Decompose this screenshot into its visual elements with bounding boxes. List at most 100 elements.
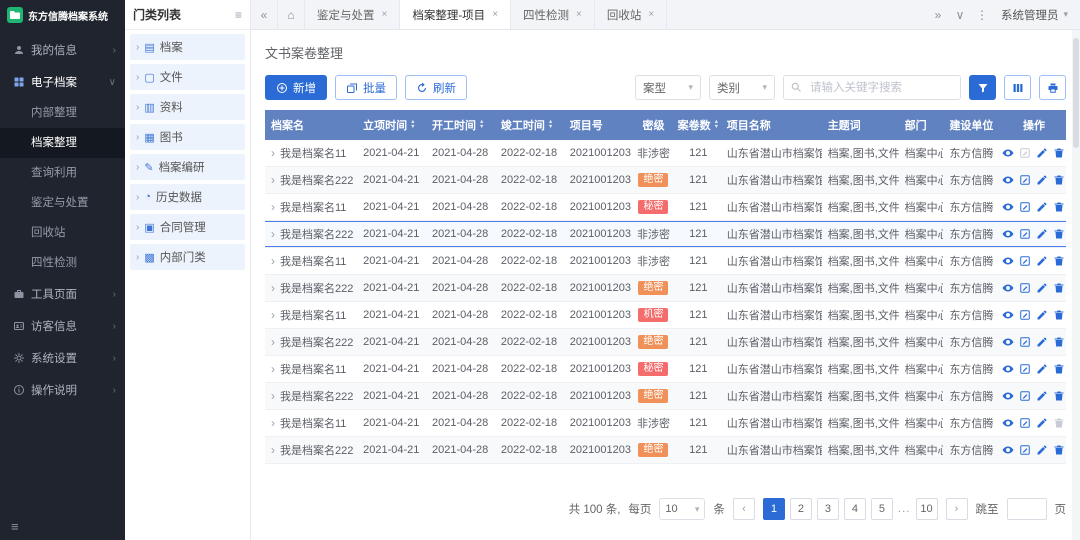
add-button[interactable]: 新增	[265, 75, 327, 100]
expand-tabs-icon[interactable]: »	[927, 8, 949, 22]
case-type-select[interactable]: 案型 ▾	[635, 75, 701, 100]
sidebar-subitem[interactable]: 四性检测	[0, 248, 125, 278]
search-input[interactable]	[783, 75, 961, 100]
category-item[interactable]: › ▩ 内部门类	[130, 244, 245, 270]
view-button[interactable]	[1002, 336, 1014, 348]
sidebar-subitem[interactable]: 档案整理	[0, 128, 125, 158]
scrollbar[interactable]	[1072, 30, 1080, 540]
expand-row-icon[interactable]: ›	[271, 173, 275, 187]
page-button[interactable]: 3	[816, 498, 839, 520]
sidebar-collapse-button[interactable]: ≡	[0, 512, 125, 540]
edit-button[interactable]	[1019, 444, 1031, 456]
sort-icon[interactable]: ▲ ▼	[714, 119, 719, 130]
close-icon[interactable]: ×	[576, 9, 582, 20]
modify-button[interactable]	[1036, 282, 1048, 294]
batch-button[interactable]: 批量	[335, 75, 397, 100]
edit-button[interactable]	[1019, 255, 1031, 267]
view-button[interactable]	[1002, 363, 1014, 375]
refresh-button[interactable]: 刷新	[405, 75, 467, 100]
edit-button[interactable]	[1019, 147, 1031, 159]
view-button[interactable]	[1002, 147, 1014, 159]
modify-button[interactable]	[1036, 201, 1048, 213]
close-icon[interactable]: ×	[492, 9, 498, 20]
more-icon[interactable]: ⋮	[971, 8, 993, 22]
view-button[interactable]	[1002, 309, 1014, 321]
expand-row-icon[interactable]: ›	[271, 443, 275, 457]
page-button[interactable]: 1	[762, 498, 785, 520]
table-row[interactable]: › 我是档案名222 2021-04-21 2021-04-28 2022-02-18 2…	[265, 167, 1066, 194]
edit-button[interactable]	[1019, 390, 1031, 402]
expand-row-icon[interactable]: ›	[271, 200, 275, 214]
delete-button[interactable]	[1053, 174, 1065, 186]
filter-button[interactable]	[969, 75, 996, 100]
modify-button[interactable]	[1036, 336, 1048, 348]
table-row[interactable]: › 我是档案名222 2021-04-21 2021-04-28 2022-02-18 2…	[265, 437, 1066, 464]
table-row[interactable]: › 我是档案名222 2021-04-21 2021-04-28 2022-02-18 2…	[265, 221, 1066, 248]
tab[interactable]: 鉴定与处置 ×	[305, 0, 401, 29]
page-button[interactable]: 4	[843, 498, 866, 520]
menu-icon[interactable]: ≡	[235, 8, 242, 22]
edit-button[interactable]	[1019, 336, 1031, 348]
sidebar-subitem[interactable]: 回收站	[0, 218, 125, 248]
category-item[interactable]: › ✎ 档案编研	[130, 154, 245, 180]
next-page-button[interactable]: ›	[945, 498, 968, 520]
tab[interactable]: 档案整理-项目 ×	[400, 0, 512, 29]
prev-page-button[interactable]: ‹	[732, 498, 755, 520]
delete-button[interactable]	[1053, 336, 1065, 348]
table-row[interactable]: › 我是档案名222 2021-04-21 2021-04-28 2022-02-18 2…	[265, 329, 1066, 356]
edit-button[interactable]	[1019, 174, 1031, 186]
table-row[interactable]: › 我是档案名222 2021-04-21 2021-04-28 2022-02-18 2…	[265, 383, 1066, 410]
category-item[interactable]: › ▢ 文件	[130, 64, 245, 90]
expand-row-icon[interactable]: ›	[271, 335, 275, 349]
tab[interactable]: 回收站 ×	[595, 0, 668, 29]
collapse-tabs-icon[interactable]: «	[251, 0, 278, 29]
sidebar-subitem[interactable]: 内部整理	[0, 98, 125, 128]
category-item[interactable]: › ▤ 档案	[130, 34, 245, 60]
category-item[interactable]: › ▥ 资料	[130, 94, 245, 120]
delete-button[interactable]	[1053, 255, 1065, 267]
expand-row-icon[interactable]: ›	[271, 416, 275, 430]
user-menu[interactable]: 系统管理员 ▾	[993, 7, 1080, 23]
tab-dropdown-icon[interactable]: ∨	[949, 8, 971, 22]
modify-button[interactable]	[1036, 147, 1048, 159]
table-row[interactable]: › 我是档案名11 2021-04-21 2021-04-28 2022-02-18 20…	[265, 140, 1066, 167]
sort-icon[interactable]: ▲ ▼	[410, 119, 415, 130]
expand-row-icon[interactable]: ›	[271, 146, 275, 160]
expand-row-icon[interactable]: ›	[271, 362, 275, 376]
table-row[interactable]: › 我是档案名11 2021-04-21 2021-04-28 2022-02-18 20…	[265, 356, 1066, 383]
edit-button[interactable]	[1019, 282, 1031, 294]
sidebar-item[interactable]: 工具页面 ›	[0, 278, 125, 310]
edit-button[interactable]	[1019, 228, 1031, 240]
close-icon[interactable]: ×	[382, 9, 388, 20]
delete-button[interactable]	[1053, 363, 1065, 375]
table-row[interactable]: › 我是档案名11 2021-04-21 2021-04-28 2022-02-18 20…	[265, 410, 1066, 437]
sort-icon[interactable]: ▲ ▼	[479, 119, 484, 130]
category-select[interactable]: 类别 ▾	[709, 75, 775, 100]
category-item[interactable]: › ▣ 合同管理	[130, 214, 245, 240]
view-button[interactable]	[1002, 201, 1014, 213]
view-button[interactable]	[1002, 417, 1014, 429]
modify-button[interactable]	[1036, 363, 1048, 375]
sort-icon[interactable]: ▲ ▼	[548, 119, 553, 130]
page-button[interactable]: 5	[870, 498, 893, 520]
jump-page-input[interactable]	[1006, 498, 1047, 520]
edit-button[interactable]	[1019, 417, 1031, 429]
view-button[interactable]	[1002, 282, 1014, 294]
edit-button[interactable]	[1019, 201, 1031, 213]
per-page-select[interactable]: 10 ▾	[659, 498, 706, 520]
sidebar-item[interactable]: 操作说明 ›	[0, 374, 125, 406]
view-button[interactable]	[1002, 390, 1014, 402]
scrollbar-thumb[interactable]	[1073, 38, 1079, 148]
sidebar-subitem[interactable]: 查询利用	[0, 158, 125, 188]
view-button[interactable]	[1002, 255, 1014, 267]
delete-button[interactable]	[1053, 201, 1065, 213]
page-button[interactable]: 2	[789, 498, 812, 520]
sidebar-item[interactable]: 访客信息 ›	[0, 310, 125, 342]
view-button[interactable]	[1002, 444, 1014, 456]
delete-button[interactable]	[1053, 309, 1065, 321]
print-button[interactable]	[1039, 75, 1066, 100]
delete-button[interactable]	[1053, 444, 1065, 456]
expand-row-icon[interactable]: ›	[271, 281, 275, 295]
modify-button[interactable]	[1036, 444, 1048, 456]
modify-button[interactable]	[1036, 255, 1048, 267]
